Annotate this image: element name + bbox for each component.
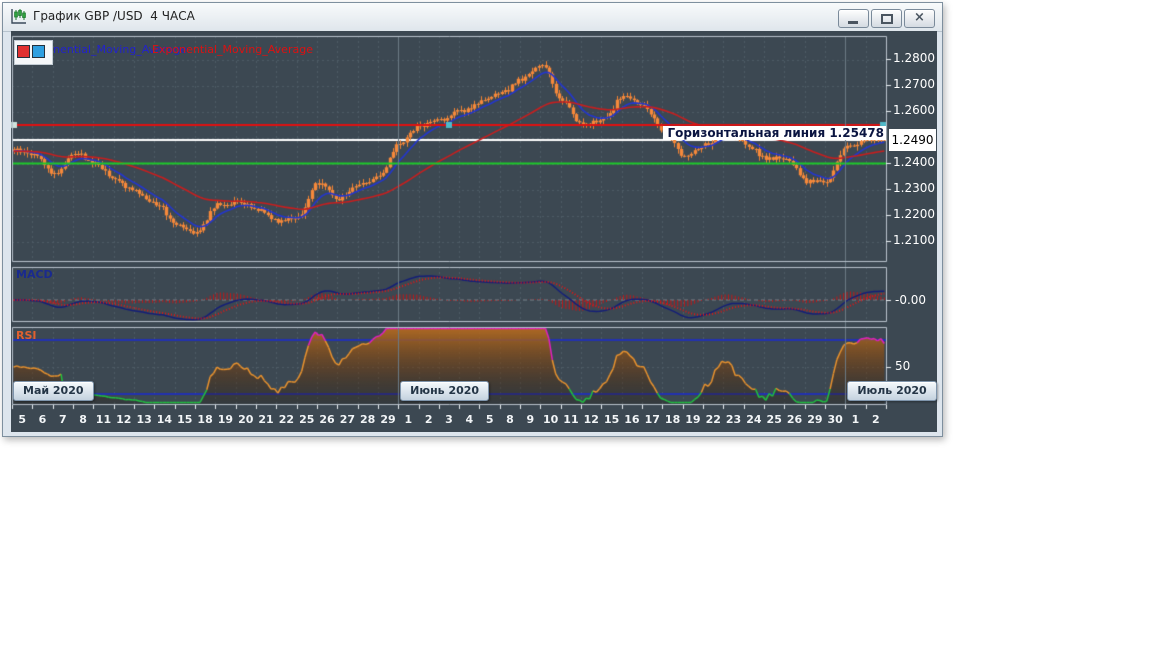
x-axis-day-label: 7	[58, 413, 67, 426]
x-axis-day-label: 22	[278, 413, 295, 426]
x-axis-day-label: 29	[380, 413, 396, 426]
x-axis-day-label: 14	[156, 413, 173, 426]
x-axis-day-label: 25	[766, 413, 782, 426]
x-axis-day-label: 15	[177, 413, 193, 426]
desktop: График GBP /USD 4 ЧАСА × Exponential_Mov…	[0, 0, 1152, 648]
month-badge[interactable]: Июнь 2020	[400, 381, 490, 401]
x-axis-day-label: 8	[79, 413, 87, 426]
macd-axis-value: -0.00	[895, 293, 927, 307]
x-axis-day-label: 19	[685, 413, 701, 426]
x-axis-day-label: 17	[644, 413, 660, 426]
y-axis-price-label: 1.2200	[893, 207, 935, 222]
x-axis-day-label: 22	[705, 413, 721, 426]
x-axis-day-label: 11	[563, 413, 579, 426]
x-axis-day-label: 24	[746, 413, 762, 426]
x-axis-day-label: 13	[136, 413, 152, 426]
x-axis-day-label: 2	[872, 413, 880, 426]
x-axis-day-label: 8	[506, 413, 514, 426]
x-axis-day-label: 1	[851, 413, 860, 426]
y-axis-price-label: 1.2600	[893, 103, 935, 118]
x-axis-day-label: 19	[217, 413, 234, 426]
x-axis-day-label: 28	[360, 413, 376, 426]
x-axis-day-label: 23	[725, 413, 742, 426]
x-axis-day-label: 6	[38, 413, 47, 426]
month-badge[interactable]: Май 2020	[13, 381, 94, 401]
current-price-box: 1.2490	[889, 129, 936, 151]
x-axis-day-label: 16	[624, 413, 640, 426]
x-axis-day-label: 5	[485, 413, 494, 426]
y-axis-price-label: 1.2800	[893, 51, 935, 66]
x-axis-day-label: 21	[258, 413, 274, 426]
rsi-panel-label: RSI	[16, 329, 37, 342]
x-axis-day-label: 20	[238, 413, 254, 426]
x-axis-day-label: 5	[18, 413, 26, 426]
y-axis-price-label: 1.2100	[893, 233, 935, 248]
x-axis-day-label: 12	[583, 413, 599, 426]
y-axis-price-label: 1.2400	[893, 155, 935, 170]
horizontal-line-tooltip: Горизонтальная линия 1.25478	[663, 126, 886, 140]
month-badge[interactable]: Июль 2020	[847, 381, 937, 401]
x-axis-day-label: 3	[445, 413, 453, 426]
x-axis-day-label: 30	[827, 413, 843, 426]
rsi-axis-value: 50	[895, 359, 911, 373]
x-axis-day-label: 18	[197, 413, 213, 426]
x-axis-day-label: 4	[465, 413, 474, 426]
x-axis-day-label: 12	[116, 413, 132, 426]
legend-blue-swatch[interactable]	[32, 45, 45, 58]
x-axis-day-label: 2	[424, 413, 433, 426]
y-axis-price-label: 1.2700	[893, 77, 935, 92]
x-axis-day-label: 26	[319, 413, 335, 426]
x-axis-day-label: 11	[95, 413, 112, 426]
x-axis-day-label: 10	[542, 413, 559, 426]
price-chart-canvas[interactable]	[0, 0, 1152, 648]
y-axis-price-label: 1.2300	[893, 181, 935, 196]
x-axis-day-label: 27	[339, 413, 356, 426]
macd-panel-label: MACD	[16, 268, 53, 281]
x-axis-day-label: 15	[603, 413, 620, 426]
x-axis-day-label: 1	[404, 413, 413, 426]
legend-ma-slow-label: Exponential_Moving_Average	[152, 43, 313, 56]
x-axis-day-label: 29	[807, 413, 823, 426]
x-axis-day-label: 9	[526, 413, 535, 426]
x-axis-day-label: 25	[299, 413, 315, 426]
x-axis-day-label: 26	[786, 413, 803, 426]
x-axis-day-label: 18	[664, 413, 681, 426]
legend-red-swatch[interactable]	[17, 45, 30, 58]
